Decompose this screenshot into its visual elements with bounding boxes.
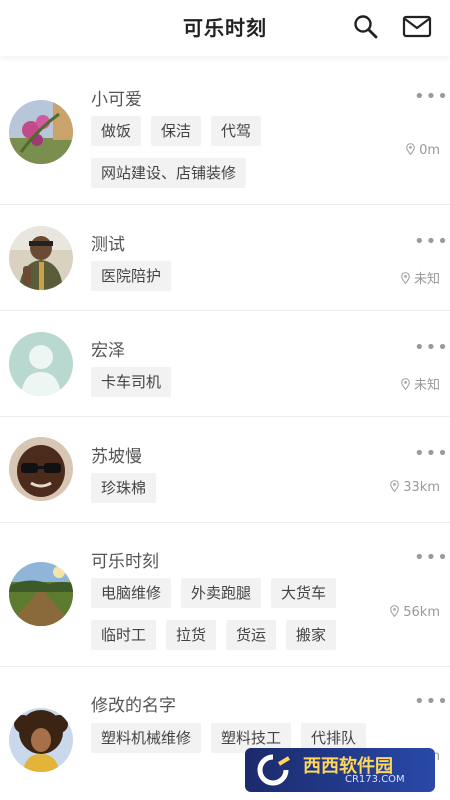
tag[interactable]: 代驾 xyxy=(211,116,262,146)
user-name: 修改的名字 xyxy=(91,696,176,716)
user-name: 可乐时刻 xyxy=(91,552,159,572)
avatar[interactable] xyxy=(9,226,73,290)
watermark-emblem-icon xyxy=(257,754,291,786)
tag[interactable]: 医院陪护 xyxy=(91,261,172,291)
user-name: 苏坡慢 xyxy=(91,447,142,467)
avatar[interactable] xyxy=(9,100,73,164)
tag[interactable]: 搬家 xyxy=(286,620,337,650)
location-pin-icon xyxy=(406,143,415,155)
location-pin-icon xyxy=(390,480,400,492)
location-pin-icon xyxy=(401,272,410,284)
watermark-logo: 西西软件园 CR173.COM xyxy=(245,748,435,792)
tag-list: 做饭 保洁 代驾网站建设、店铺装修 xyxy=(91,116,381,200)
tag[interactable]: 珍珠棉 xyxy=(91,473,157,503)
tag[interactable]: 大货车 xyxy=(271,578,337,608)
location-pin-icon xyxy=(401,378,410,390)
tag[interactable]: 保洁 xyxy=(151,116,202,146)
user-name: 宏泽 xyxy=(91,341,125,361)
tag-list: 电脑维修 外卖跑腿 大货车临时工 拉货 货运 搬家 xyxy=(91,578,381,662)
tag[interactable]: 做饭 xyxy=(91,116,142,146)
list-item[interactable]: 宏泽 ••• 卡车司机 未知 xyxy=(0,311,450,417)
tag[interactable]: 外卖跑腿 xyxy=(181,578,262,608)
tag[interactable]: 拉货 xyxy=(166,620,217,650)
tag[interactable]: 卡车司机 xyxy=(91,367,172,397)
list-item[interactable]: 测试 ••• 医院陪护 未知 xyxy=(0,205,450,311)
distance-label: 未知 xyxy=(401,268,440,287)
distance-value: 0m xyxy=(419,143,440,158)
distance-value: 未知 xyxy=(413,272,440,287)
tag[interactable]: 电脑维修 xyxy=(91,578,172,608)
distance-label: 33km xyxy=(390,480,440,495)
more-options-icon[interactable]: ••• xyxy=(414,339,449,357)
more-options-icon[interactable]: ••• xyxy=(414,445,449,463)
list-item[interactable]: 小可爱 ••• 做饭 保洁 代驾网站建设、店铺装修 0m xyxy=(0,62,450,205)
user-list: 小可爱 ••• 做饭 保洁 代驾网站建设、店铺装修 0m 测试 ••• 医院陪护… xyxy=(0,62,450,800)
distance-value: 56km xyxy=(403,605,440,620)
more-options-icon[interactable]: ••• xyxy=(414,233,449,251)
distance-label: 56km xyxy=(390,605,440,620)
more-options-icon[interactable]: ••• xyxy=(414,88,449,106)
user-name: 测试 xyxy=(91,235,125,255)
page-title: 可乐时刻 xyxy=(183,16,267,40)
tag-list: 珍珠棉 xyxy=(91,473,381,515)
tag-list: 卡车司机 xyxy=(91,367,381,409)
avatar[interactable] xyxy=(9,708,73,772)
mail-icon[interactable] xyxy=(402,14,432,40)
tag[interactable]: 塑料机械维修 xyxy=(91,723,202,753)
more-options-icon[interactable]: ••• xyxy=(414,549,449,567)
distance-value: 33km xyxy=(403,480,440,495)
avatar[interactable] xyxy=(9,437,73,501)
avatar[interactable] xyxy=(9,332,73,396)
user-name: 小可爱 xyxy=(91,90,142,110)
tag[interactable]: 临时工 xyxy=(91,620,157,650)
avatar[interactable] xyxy=(9,562,73,626)
search-icon[interactable] xyxy=(352,13,380,41)
distance-value: 未知 xyxy=(413,378,440,393)
tag[interactable]: 货运 xyxy=(226,620,277,650)
distance-label: 0m xyxy=(406,143,440,158)
watermark-url: CR173.COM xyxy=(345,774,405,785)
more-options-icon[interactable]: ••• xyxy=(414,693,449,711)
list-item[interactable]: 可乐时刻 ••• 电脑维修 外卖跑腿 大货车临时工 拉货 货运 搬家 56km xyxy=(0,523,450,667)
tag-list: 医院陪护 xyxy=(91,261,381,303)
tag[interactable]: 网站建设、店铺装修 xyxy=(91,158,247,188)
distance-label: 未知 xyxy=(401,374,440,393)
app-header: 可乐时刻 xyxy=(0,0,450,56)
location-pin-icon xyxy=(390,605,400,617)
list-item[interactable]: 苏坡慢 ••• 珍珠棉 33km xyxy=(0,417,450,523)
